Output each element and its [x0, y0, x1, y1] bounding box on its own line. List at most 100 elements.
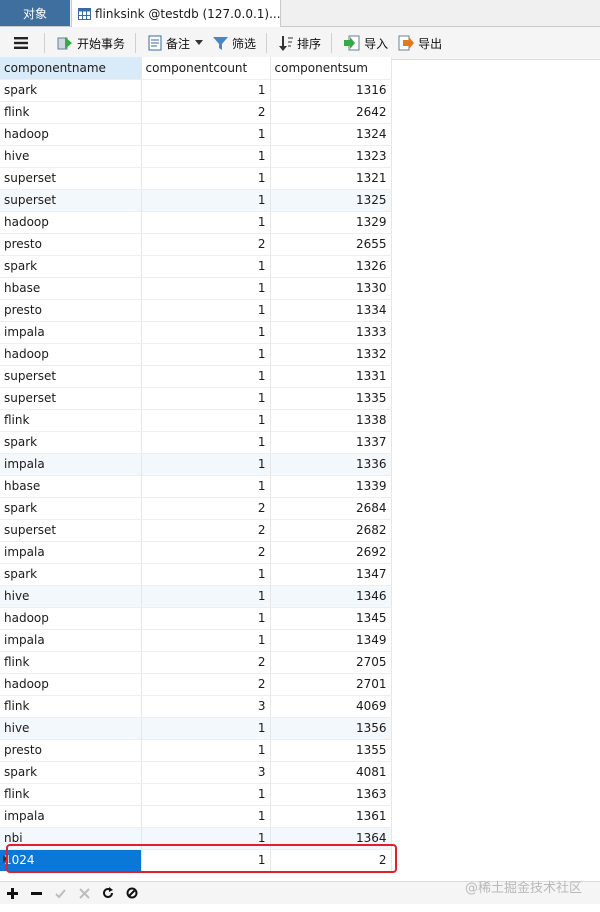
cell-componentname[interactable]: hbase: [0, 475, 142, 498]
cell-componentcount[interactable]: 1: [141, 563, 271, 586]
cell-componentname[interactable]: superset: [0, 189, 142, 212]
import-button[interactable]: 导入: [340, 31, 392, 55]
cell-componentname[interactable]: spark: [0, 761, 142, 784]
cell-componentsum[interactable]: 1339: [270, 475, 392, 498]
begin-transaction-button[interactable]: 开始事务: [53, 31, 129, 55]
cell-componentname[interactable]: hadoop: [0, 343, 142, 366]
tab-objects[interactable]: 对象: [0, 0, 70, 26]
cell-componentname[interactable]: impala: [0, 453, 142, 476]
cell-componentname[interactable]: hive: [0, 145, 142, 168]
table-row[interactable]: flink 1 1338: [0, 409, 392, 432]
cell-componentname[interactable]: presto: [0, 739, 142, 762]
cell-componentname[interactable]: impala: [0, 541, 142, 564]
column-header-componentsum[interactable]: componentsum: [270, 57, 392, 80]
cell-componentsum[interactable]: 1347: [270, 563, 392, 586]
add-record-button[interactable]: [0, 883, 24, 903]
export-button[interactable]: 导出: [394, 31, 446, 55]
table-row[interactable]: superset 1 1335: [0, 387, 392, 410]
table-row[interactable]: impala 1 1361: [0, 805, 392, 828]
stop-button[interactable]: [120, 883, 144, 903]
table-row[interactable]: spark 1 1347: [0, 563, 392, 586]
discard-changes-button[interactable]: [72, 883, 96, 903]
table-row[interactable]: superset 1 1331: [0, 365, 392, 388]
delete-record-button[interactable]: [24, 883, 48, 903]
table-row[interactable]: superset 2 2682: [0, 519, 392, 542]
cell-componentname[interactable]: spark: [0, 563, 142, 586]
cell-componentcount[interactable]: 1: [141, 585, 271, 608]
table-row[interactable]: 1024 1 2: [0, 849, 392, 872]
cell-componentcount[interactable]: 2: [141, 651, 271, 674]
table-row[interactable]: impala 2 2692: [0, 541, 392, 564]
cell-componentsum[interactable]: 1324: [270, 123, 392, 146]
cell-componentsum[interactable]: 2701: [270, 673, 392, 696]
cell-componentsum[interactable]: 1336: [270, 453, 392, 476]
table-row[interactable]: presto 1 1334: [0, 299, 392, 322]
cell-componentcount[interactable]: 1: [141, 211, 271, 234]
cell-componentname[interactable]: impala: [0, 805, 142, 828]
table-row[interactable]: hbase 1 1330: [0, 277, 392, 300]
table-row[interactable]: spark 1 1326: [0, 255, 392, 278]
cell-componentcount[interactable]: 1: [141, 805, 271, 828]
table-row[interactable]: flink 3 4069: [0, 695, 392, 718]
column-header-componentcount[interactable]: componentcount: [141, 57, 271, 80]
table-row[interactable]: nbi 1 1364: [0, 827, 392, 850]
cell-componentcount[interactable]: 1: [141, 453, 271, 476]
cell-componentsum[interactable]: 1349: [270, 629, 392, 652]
cell-componentname[interactable]: flink: [0, 783, 142, 806]
cell-componentname[interactable]: 1024: [0, 849, 142, 872]
cell-componentname[interactable]: impala: [0, 629, 142, 652]
cell-componentsum[interactable]: 1326: [270, 255, 392, 278]
table-row[interactable]: presto 1 1355: [0, 739, 392, 762]
cell-componentname[interactable]: hadoop: [0, 673, 142, 696]
cell-componentcount[interactable]: 1: [141, 189, 271, 212]
cell-componentname[interactable]: presto: [0, 233, 142, 256]
cell-componentname[interactable]: superset: [0, 167, 142, 190]
tab-flinksink-table[interactable]: flinksink @testdb (127.0.0.1)...: [71, 0, 281, 27]
cell-componentname[interactable]: superset: [0, 365, 142, 388]
cell-componentcount[interactable]: 1: [141, 739, 271, 762]
cell-componentsum[interactable]: 1355: [270, 739, 392, 762]
cell-componentsum[interactable]: 2684: [270, 497, 392, 520]
cell-componentcount[interactable]: 2: [141, 233, 271, 256]
cell-componentcount[interactable]: 1: [141, 321, 271, 344]
cell-componentname[interactable]: hadoop: [0, 211, 142, 234]
table-row[interactable]: hive 1 1346: [0, 585, 392, 608]
table-row[interactable]: spark 1 1337: [0, 431, 392, 454]
cell-componentcount[interactable]: 1: [141, 717, 271, 740]
cell-componentname[interactable]: flink: [0, 651, 142, 674]
cell-componentsum[interactable]: 1356: [270, 717, 392, 740]
cell-componentname[interactable]: superset: [0, 519, 142, 542]
cell-componentsum[interactable]: 1321: [270, 167, 392, 190]
refresh-button[interactable]: [96, 883, 120, 903]
cell-componentcount[interactable]: 1: [141, 475, 271, 498]
cell-componentname[interactable]: hadoop: [0, 607, 142, 630]
table-row[interactable]: flink 1 1363: [0, 783, 392, 806]
table-row[interactable]: spark 1 1316: [0, 79, 392, 102]
cell-componentname[interactable]: impala: [0, 321, 142, 344]
table-row[interactable]: impala 1 1336: [0, 453, 392, 476]
cell-componentcount[interactable]: 1: [141, 145, 271, 168]
cell-componentsum[interactable]: 1329: [270, 211, 392, 234]
table-row[interactable]: hadoop 1 1329: [0, 211, 392, 234]
cell-componentname[interactable]: flink: [0, 101, 142, 124]
table-row[interactable]: spark 2 2684: [0, 497, 392, 520]
cell-componentsum[interactable]: 1331: [270, 365, 392, 388]
cell-componentname[interactable]: hadoop: [0, 123, 142, 146]
cell-componentcount[interactable]: 2: [141, 673, 271, 696]
cell-componentname[interactable]: spark: [0, 497, 142, 520]
cell-componentsum[interactable]: 1361: [270, 805, 392, 828]
cell-componentname[interactable]: superset: [0, 387, 142, 410]
cell-componentname[interactable]: spark: [0, 255, 142, 278]
cell-componentsum[interactable]: 1338: [270, 409, 392, 432]
cell-componentname[interactable]: hive: [0, 717, 142, 740]
sort-button[interactable]: 排序: [275, 31, 325, 55]
cell-componentsum[interactable]: 1334: [270, 299, 392, 322]
cell-componentcount[interactable]: 1: [141, 167, 271, 190]
cell-componentcount[interactable]: 1: [141, 343, 271, 366]
cell-componentsum[interactable]: 1337: [270, 431, 392, 454]
cell-componentname[interactable]: flink: [0, 695, 142, 718]
cell-componentcount[interactable]: 1: [141, 607, 271, 630]
cell-componentcount[interactable]: 1: [141, 299, 271, 322]
cell-componentname[interactable]: presto: [0, 299, 142, 322]
cell-componentsum[interactable]: 2705: [270, 651, 392, 674]
